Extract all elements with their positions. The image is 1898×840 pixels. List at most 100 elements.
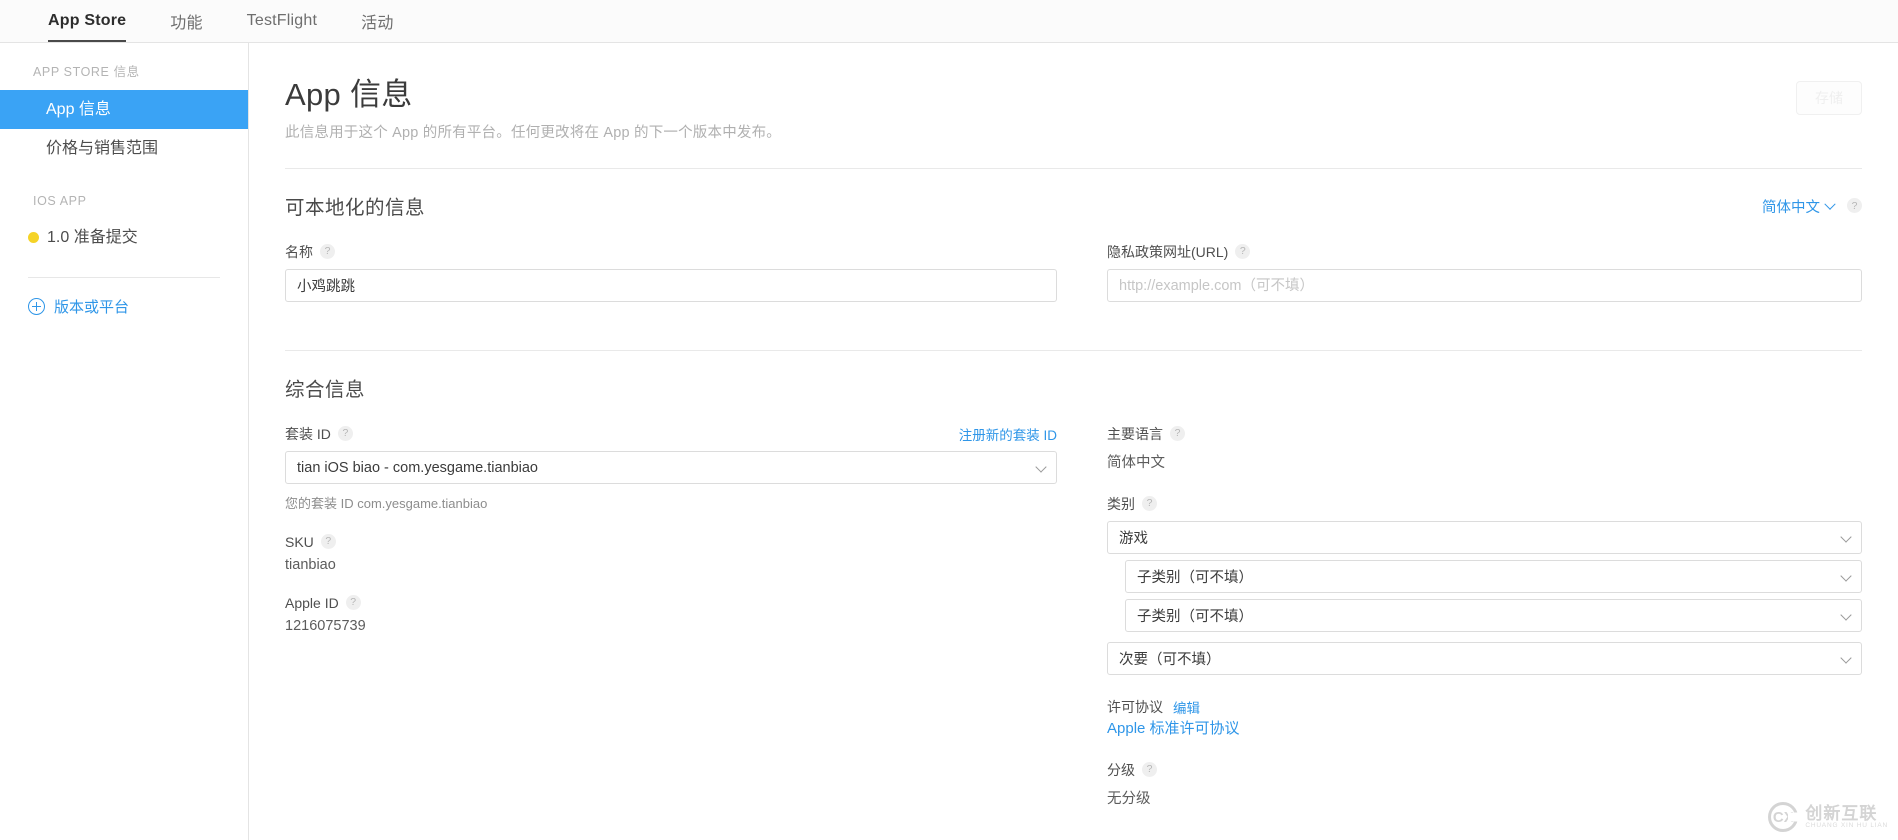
top-navigation-bar: App Store 功能 TestFlight 活动 [0, 0, 1898, 43]
help-icon-language[interactable]: ? [1847, 198, 1862, 213]
sidebar: APP STORE 信息 App 信息 价格与销售范围 iOS APP 1.0 … [0, 43, 249, 840]
register-new-bundle-id-link[interactable]: 注册新的套装 ID [959, 424, 1057, 444]
field-sku-label: SKU ? [285, 533, 336, 550]
add-version-or-platform-button[interactable]: 版本或平台 [0, 278, 248, 317]
watermark-text: 创新互联 CHUANG XIN HU LIAN [1805, 803, 1888, 830]
tab-activity[interactable]: 活动 [339, 0, 415, 42]
page-header-text: App 信息 此信息用于这个 App 的所有平台。任何更改将在 App 的下一个… [285, 69, 781, 142]
tab-features[interactable]: 功能 [148, 0, 224, 42]
tab-testflight[interactable]: TestFlight [225, 0, 339, 42]
field-license-label-text: 许可协议 [1107, 699, 1163, 715]
help-icon-bundle-id[interactable]: ? [337, 425, 353, 441]
app-name-input[interactable] [285, 269, 1057, 302]
general-columns: 套装 ID ? 注册新的套装 ID tian iOS biao - com.ye… [285, 424, 1862, 830]
plus-circle-icon [28, 298, 45, 315]
subcategory-2-select[interactable]: 子类别（可不填） [1125, 599, 1862, 632]
page-subtitle: 此信息用于这个 App 的所有平台。任何更改将在 App 的下一个版本中发布。 [285, 125, 782, 141]
localizable-left-column: 名称 ? [285, 242, 1057, 324]
bundle-id-select-wrap: tian iOS biao - com.yesgame.tianbiao [285, 451, 1057, 484]
category-select-value: 游戏 [1119, 531, 1148, 547]
help-icon-privacy-url[interactable]: ? [1235, 243, 1251, 259]
chevron-down-icon [1824, 198, 1836, 210]
field-rating-label-row: 分级 ? [1107, 760, 1862, 780]
license-agreement-link[interactable]: Apple 标准许可协议 [1107, 720, 1240, 737]
field-bundle-id: 套装 ID ? 注册新的套装 ID tian iOS biao - com.ye… [285, 424, 1057, 512]
field-primary-language-label-row: 主要语言 ? [1107, 424, 1862, 444]
field-apple-id-label-text: Apple ID [285, 595, 339, 611]
subcategory-1-select[interactable]: 子类别（可不填） [1125, 560, 1862, 593]
field-rating: 分级 ? 无分级 [1107, 760, 1862, 808]
sidebar-item-version-1-0[interactable]: 1.0 准备提交 [0, 218, 248, 257]
general-section-title: 综合信息 [285, 379, 366, 401]
watermark: CX 创新互联 CHUANG XIN HU LIAN [1768, 802, 1888, 832]
field-primary-language-label: 主要语言 ? [1107, 424, 1185, 444]
watermark-logo-text: CX [1772, 808, 1794, 826]
save-button[interactable]: 存储 [1796, 81, 1862, 115]
localizable-columns: 名称 ? 隐私政策网址(URL) ? [285, 242, 1862, 324]
watermark-logo-icon: CX [1768, 802, 1799, 832]
localizable-section-title: 可本地化的信息 [285, 197, 426, 219]
field-category: 类别 ? 游戏 子类别（可不填） 子类别（可不填） 次要（可不填） [1107, 494, 1862, 675]
field-name-label-text: 名称 [285, 244, 313, 260]
primary-language-value: 简体中文 [1107, 455, 1165, 471]
field-primary-language: 主要语言 ? 简体中文 [1107, 424, 1862, 472]
field-sku: SKU ? tianbiao [285, 533, 1057, 573]
field-category-label-text: 类别 [1107, 496, 1135, 512]
help-icon-name[interactable]: ? [320, 243, 335, 259]
field-category-label: 类别 ? [1107, 494, 1157, 514]
field-bundle-id-label-text: 套装 ID [285, 426, 331, 442]
help-icon-sku[interactable]: ? [320, 533, 336, 549]
field-name: 名称 ? [285, 242, 1057, 302]
watermark-chinese: 创新互联 [1805, 803, 1878, 823]
sku-value: tianbiao [285, 557, 336, 573]
localizable-section-divider [285, 350, 1862, 351]
sidebar-group-ios-app: iOS APP [33, 194, 87, 208]
field-category-label-row: 类别 ? [1107, 494, 1862, 514]
subcategory-1-select-wrap: 子类别（可不填） [1125, 560, 1862, 593]
field-rating-label: 分级 ? [1107, 760, 1157, 780]
language-picker[interactable]: 简体中文 ? [1762, 196, 1862, 217]
field-sku-label-text: SKU [285, 534, 314, 550]
sidebar-item-pricing[interactable]: 价格与销售范围 [0, 129, 248, 168]
main-content: App 信息 此信息用于这个 App 的所有平台。任何更改将在 App 的下一个… [249, 43, 1898, 840]
help-icon-rating[interactable]: ? [1142, 761, 1157, 777]
page-header: App 信息 此信息用于这个 App 的所有平台。任何更改将在 App 的下一个… [285, 43, 1862, 142]
tab-testflight-label: TestFlight [246, 12, 318, 29]
field-name-label: 名称 ? [285, 242, 335, 262]
help-icon-primary-language[interactable]: ? [1170, 425, 1185, 441]
tab-activity-label: 活动 [361, 15, 394, 32]
help-icon-category[interactable]: ? [1142, 495, 1157, 511]
sidebar-item-app-info-label: App 信息 [46, 101, 111, 118]
sidebar-item-version-label: 1.0 准备提交 [47, 229, 138, 246]
page-body: APP STORE 信息 App 信息 价格与销售范围 iOS APP 1.0 … [0, 43, 1898, 840]
general-left-column: 套装 ID ? 注册新的套装 ID tian iOS biao - com.ye… [285, 424, 1057, 830]
subcategory-2-select-wrap: 子类别（可不填） [1125, 599, 1862, 632]
sidebar-item-app-info[interactable]: App 信息 [0, 90, 248, 129]
license-edit-link[interactable]: 编辑 [1173, 697, 1200, 717]
category-select[interactable]: 游戏 [1107, 521, 1862, 554]
field-privacy-url-label: 隐私政策网址(URL) ? [1107, 242, 1251, 262]
language-picker-label: 简体中文 [1762, 200, 1820, 216]
field-rating-label-text: 分级 [1107, 762, 1135, 778]
field-privacy-url: 隐私政策网址(URL) ? [1107, 242, 1862, 302]
sidebar-group-app-store-info: APP STORE 信息 [33, 65, 140, 79]
field-primary-language-label-text: 主要语言 [1107, 426, 1163, 442]
privacy-url-input[interactable] [1107, 269, 1862, 302]
field-bundle-id-label: 套装 ID ? [285, 424, 353, 444]
field-name-label-row: 名称 ? [285, 242, 1057, 262]
localizable-section-header: 可本地化的信息 简体中文 ? [285, 169, 1862, 220]
field-license-agreement: 许可协议 编辑 Apple 标准许可协议 [1107, 697, 1862, 738]
field-privacy-url-label-row: 隐私政策网址(URL) ? [1107, 242, 1862, 262]
field-privacy-url-label-text: 隐私政策网址(URL) [1107, 244, 1229, 260]
field-license-label: 许可协议 [1107, 697, 1163, 717]
tab-app-store[interactable]: App Store [26, 0, 148, 42]
bundle-id-select[interactable]: tian iOS biao - com.yesgame.tianbiao [285, 451, 1057, 484]
subcategory-1-select-value: 子类别（可不填） [1137, 570, 1253, 586]
secondary-category-select-value: 次要（可不填） [1119, 652, 1221, 668]
secondary-category-select[interactable]: 次要（可不填） [1107, 642, 1862, 675]
category-select-wrap: 游戏 [1107, 521, 1862, 554]
field-sku-label-row: SKU ? [285, 533, 1057, 550]
bundle-id-hint: 您的套装 ID com.yesgame.tianbiao [285, 496, 488, 511]
field-bundle-id-label-row: 套装 ID ? 注册新的套装 ID [285, 424, 1057, 444]
help-icon-apple-id[interactable]: ? [345, 594, 361, 610]
